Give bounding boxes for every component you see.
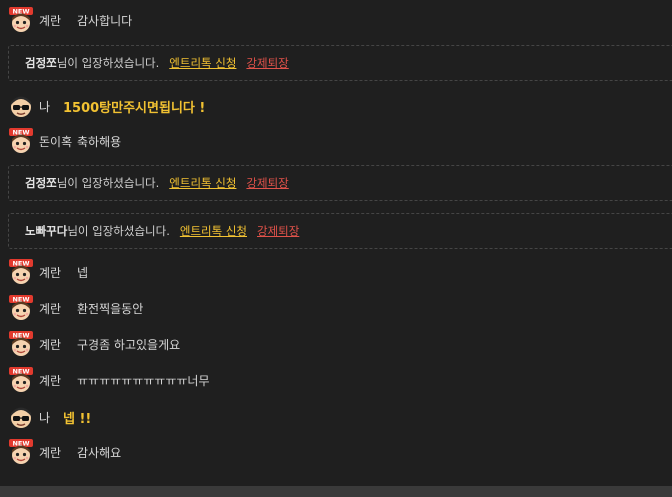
message-text: ㅠㅠㅠㅠㅠㅠㅠㅠㅠㅠ너무 <box>77 373 210 388</box>
chat-message: NEW 돈이혹 축하해용 <box>8 128 121 154</box>
message-text: 1500탕만주시면됩니다 ! <box>63 100 206 116</box>
chat-message: NEW 계란 감사합니다 <box>8 7 132 33</box>
force-kick-link[interactable]: 강제퇴장 <box>246 175 288 191</box>
system-join-notice: 검정쪼 님이 입장하셨습니다. 엔트리톡 신청 강제퇴장 <box>8 165 672 201</box>
message-text: 환전찍을동안 <box>77 301 144 316</box>
new-user-avatar-icon[interactable]: NEW <box>8 128 34 154</box>
message-text: 넵 <box>77 265 89 280</box>
new-user-avatar-icon[interactable]: NEW <box>8 259 34 285</box>
chat-message: NEW 계란 넵 <box>8 259 88 285</box>
sender-name[interactable]: 계란 <box>39 444 77 461</box>
entry-talk-request-link[interactable]: 엔트리톡 신청 <box>169 175 236 191</box>
new-user-avatar-icon[interactable]: NEW <box>8 7 34 33</box>
message-text: 축하해용 <box>77 134 122 149</box>
force-kick-link[interactable]: 강제퇴장 <box>246 55 288 71</box>
chat-message: NEW 계란 환전찍을동안 <box>8 295 143 321</box>
join-text: 님이 입장하셨습니다. <box>56 56 160 70</box>
chat-message: NEW 계란 ㅠㅠㅠㅠㅠㅠㅠㅠㅠㅠ너무 <box>8 367 209 393</box>
sender-name[interactable]: 계란 <box>39 336 77 353</box>
message-text: 감사합니다 <box>77 13 133 28</box>
chat-message-mine: 나 넵 !! <box>8 404 91 430</box>
sender-name[interactable]: 계란 <box>39 264 77 281</box>
message-text: 감사해요 <box>77 445 122 460</box>
new-user-avatar-icon[interactable]: NEW <box>8 367 34 393</box>
sender-name[interactable]: 나 <box>39 98 63 115</box>
sender-name[interactable]: 계란 <box>39 372 77 389</box>
new-user-avatar-icon[interactable]: NEW <box>8 295 34 321</box>
message-text: 구경좀 하고있을게요 <box>77 337 181 352</box>
message-text: 넵 !! <box>63 411 92 427</box>
sender-name[interactable]: 계란 <box>39 12 77 29</box>
joined-user-name[interactable]: 노빠꾸다 <box>25 223 67 239</box>
sender-name[interactable]: 나 <box>39 409 63 426</box>
join-text: 님이 입장하셨습니다. <box>56 176 160 190</box>
my-avatar-icon[interactable] <box>8 93 34 119</box>
my-avatar-icon[interactable] <box>8 404 34 430</box>
sender-name[interactable]: 돈이혹 <box>39 133 77 150</box>
joined-user-name[interactable]: 검정쪼 <box>25 55 57 71</box>
chat-message: NEW 계란 감사해요 <box>8 439 121 465</box>
new-user-avatar-icon[interactable]: NEW <box>8 331 34 357</box>
system-join-notice: 검정쪼 님이 입장하셨습니다. 엔트리톡 신청 강제퇴장 <box>8 45 672 81</box>
force-kick-link[interactable]: 강제퇴장 <box>257 223 299 239</box>
entry-talk-request-link[interactable]: 엔트리톡 신청 <box>169 55 236 71</box>
chat-input-bar-edge <box>0 486 672 497</box>
new-user-avatar-icon[interactable]: NEW <box>8 439 34 465</box>
join-text: 님이 입장하셨습니다. <box>67 224 170 238</box>
sender-name[interactable]: 계란 <box>39 300 77 317</box>
chat-message: NEW 계란 구경좀 하고있을게요 <box>8 331 180 357</box>
system-join-notice: 노빠꾸다 님이 입장하셨습니다. 엔트리톡 신청 강제퇴장 <box>8 213 672 249</box>
chat-log: NEW 계란 감사합니다 검정쪼 님이 입장하셨습니다. 엔트리톡 신청 강제퇴… <box>0 0 672 486</box>
joined-user-name[interactable]: 검정쪼 <box>25 175 57 191</box>
entry-talk-request-link[interactable]: 엔트리톡 신청 <box>180 223 247 239</box>
chat-message-mine: 나 1500탕만주시면됩니다 ! <box>8 93 205 119</box>
